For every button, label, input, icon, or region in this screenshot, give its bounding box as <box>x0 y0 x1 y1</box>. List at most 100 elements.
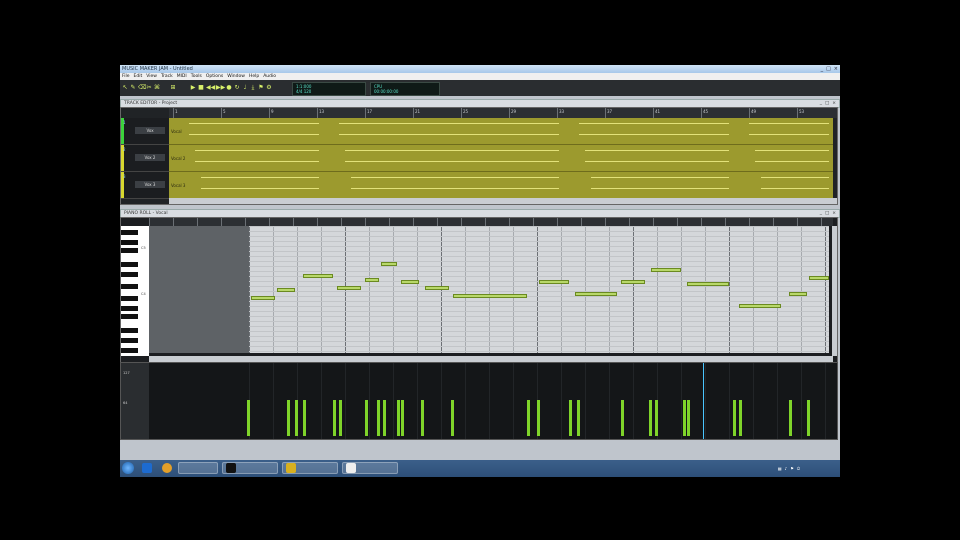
menu-options[interactable]: Options <box>206 73 223 80</box>
power-icon[interactable]: ⏻ <box>797 466 800 471</box>
close-button[interactable]: × <box>834 66 838 72</box>
midi-note[interactable] <box>425 286 449 290</box>
track-header-2[interactable]: 2 Vox 2 <box>121 145 169 172</box>
track-editor-maximize[interactable]: □ <box>825 100 829 107</box>
punch-icon[interactable]: ⤓ <box>250 84 256 91</box>
black-key[interactable] <box>121 262 138 267</box>
velocity-bar[interactable] <box>339 400 342 436</box>
track-header-3[interactable]: 3 Vox 3 <box>121 172 169 199</box>
marker-icon[interactable]: ⚑ <box>258 84 264 91</box>
split-tool-icon[interactable]: ✂ <box>146 84 152 91</box>
midi-note[interactable] <box>809 276 829 280</box>
velocity-bar[interactable] <box>527 400 530 436</box>
piano-roll-grid[interactable] <box>249 226 829 353</box>
midi-note[interactable] <box>277 288 295 292</box>
menu-midi[interactable]: MIDI <box>177 73 187 80</box>
menu-file[interactable]: File <box>122 73 130 80</box>
minimize-button[interactable]: _ <box>821 66 824 72</box>
velocity-bar[interactable] <box>421 400 424 436</box>
network-icon[interactable]: ▦ <box>778 466 782 471</box>
playhead[interactable] <box>703 363 704 439</box>
track-lane-2[interactable]: Vocal 2 <box>169 145 833 172</box>
track-name[interactable]: Vox <box>135 127 165 134</box>
midi-note[interactable] <box>575 292 617 296</box>
midi-note[interactable] <box>651 268 681 272</box>
arrow-tool-icon[interactable]: ↖ <box>122 84 128 91</box>
midi-note[interactable] <box>789 292 807 296</box>
record-icon[interactable]: ● <box>226 84 232 91</box>
forward-icon[interactable]: ▶▶ <box>216 84 225 91</box>
velocity-bar[interactable] <box>569 400 572 436</box>
flag-icon[interactable]: ⚑ <box>790 466 794 471</box>
midi-note[interactable] <box>303 274 333 278</box>
track-lane-1[interactable]: Vocal <box>169 118 833 145</box>
velocity-bar[interactable] <box>397 400 400 436</box>
loop-icon[interactable]: ↻ <box>234 84 240 91</box>
midi-note[interactable] <box>381 262 397 266</box>
velocity-bar[interactable] <box>295 400 298 436</box>
piano-roll-grid-empty[interactable] <box>149 226 249 353</box>
black-key[interactable] <box>121 240 138 245</box>
velocity-bar[interactable] <box>287 400 290 436</box>
velocity-bar[interactable] <box>789 400 792 436</box>
midi-note[interactable] <box>453 294 527 298</box>
midi-note[interactable] <box>621 280 645 284</box>
menu-view[interactable]: View <box>146 73 157 80</box>
track-name[interactable]: Vox 2 <box>135 154 165 161</box>
pencil-tool-icon[interactable]: ✎ <box>130 84 136 91</box>
velocity-bar[interactable] <box>739 400 742 436</box>
midi-note[interactable] <box>401 280 419 284</box>
timeline-ruler[interactable]: 1 5 9 13 17 21 25 29 33 37 41 45 49 53 <box>169 108 837 118</box>
velocity-bar[interactable] <box>807 400 810 436</box>
piano-keyboard[interactable]: C5 C4 <box>121 226 149 356</box>
velocity-bar[interactable] <box>401 400 404 436</box>
velocity-bar[interactable] <box>247 400 250 436</box>
snap-icon[interactable]: ⊞ <box>170 84 176 91</box>
black-key[interactable] <box>121 272 138 277</box>
midi-note[interactable] <box>337 286 361 290</box>
track-editor-minimize[interactable]: _ <box>820 100 822 107</box>
menu-window[interactable]: Window <box>227 73 245 80</box>
black-key[interactable] <box>121 230 138 235</box>
metronome-icon[interactable]: ♩ <box>242 84 248 91</box>
menu-audio[interactable]: Audio <box>263 73 276 80</box>
velocity-bar[interactable] <box>451 400 454 436</box>
velocity-bar[interactable] <box>733 400 736 436</box>
settings-icon[interactable]: ⚙ <box>266 84 272 91</box>
black-key[interactable] <box>121 328 138 333</box>
menu-edit[interactable]: Edit <box>134 73 143 80</box>
black-key[interactable] <box>121 314 138 319</box>
piano-roll-close[interactable]: × <box>832 210 836 217</box>
play-icon[interactable]: ▶ <box>190 84 196 91</box>
midi-note[interactable] <box>687 282 729 286</box>
velocity-bar[interactable] <box>577 400 580 436</box>
piano-roll-vscrollbar[interactable] <box>832 226 837 356</box>
velocity-editor[interactable]: 127 64 <box>120 362 838 440</box>
black-key[interactable] <box>121 284 138 289</box>
velocity-bar[interactable] <box>621 400 624 436</box>
volume-icon[interactable]: ♪ <box>785 466 788 471</box>
piano-roll-ruler[interactable] <box>149 218 833 226</box>
stop-icon[interactable]: ■ <box>198 84 204 91</box>
track-editor-scrollbar[interactable] <box>169 198 837 204</box>
midi-note[interactable] <box>539 280 569 284</box>
maximize-button[interactable]: □ <box>826 66 831 72</box>
velocity-bar[interactable] <box>365 400 368 436</box>
black-key[interactable] <box>121 248 138 253</box>
velocity-bar[interactable] <box>303 400 306 436</box>
piano-roll-maximize[interactable]: □ <box>825 210 829 217</box>
midi-note[interactable] <box>251 296 275 300</box>
piano-roll-minimize[interactable]: _ <box>820 210 822 217</box>
start-button[interactable] <box>122 462 134 474</box>
midi-note[interactable] <box>739 304 781 308</box>
velocity-bar[interactable] <box>655 400 658 436</box>
black-key[interactable] <box>121 306 138 311</box>
track-editor-close[interactable]: × <box>832 100 836 107</box>
track-name[interactable]: Vox 3 <box>135 181 165 188</box>
black-key[interactable] <box>121 296 138 301</box>
velocity-bar[interactable] <box>537 400 540 436</box>
velocity-bar[interactable] <box>383 400 386 436</box>
explorer-icon[interactable] <box>142 463 152 473</box>
menu-tools[interactable]: Tools <box>191 73 202 80</box>
midi-note[interactable] <box>365 278 379 282</box>
